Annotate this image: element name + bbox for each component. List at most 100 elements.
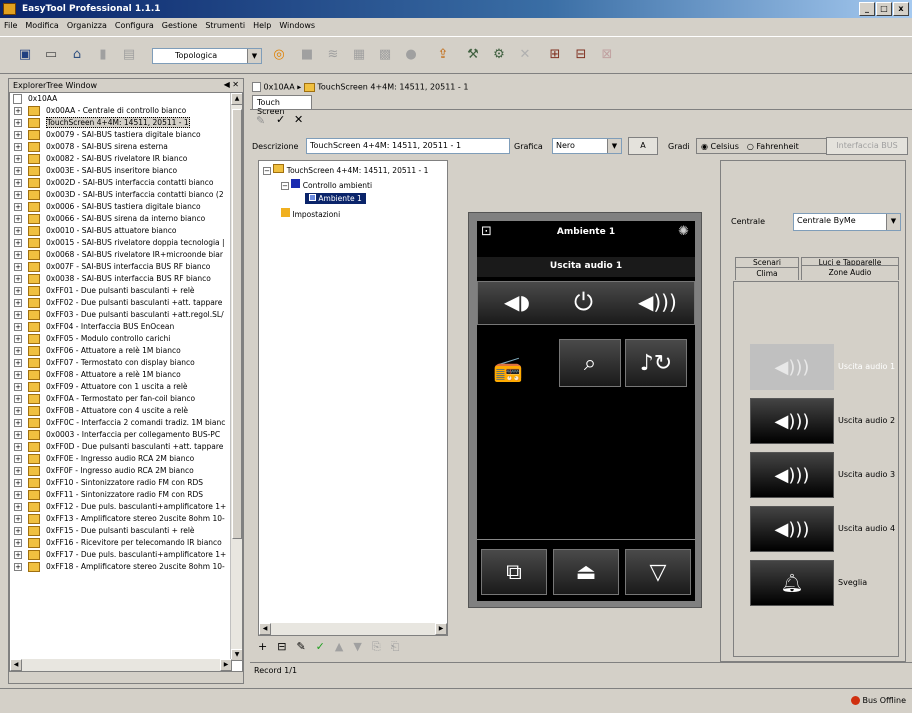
expand-icon[interactable]: + (14, 347, 22, 355)
expand-icon[interactable]: + (14, 191, 22, 199)
scroll-up-icon[interactable]: ▲ (231, 93, 242, 105)
expand-icon[interactable]: + (14, 527, 22, 535)
explorer-item[interactable]: +0xFF04 - Interfaccia BUS EnOcean (10, 321, 242, 333)
network-config-icon[interactable]: ⊟ (570, 43, 592, 65)
tree2-hscrollbar[interactable]: ◀ ▶ (259, 623, 447, 635)
audio-output-3-button[interactable]: ◀))) (750, 452, 834, 498)
expand-icon[interactable]: + (14, 143, 22, 151)
menu-configura[interactable]: Configura (115, 21, 154, 36)
edit-icon[interactable]: ✎ (296, 640, 305, 654)
expand-icon[interactable]: + (14, 215, 22, 223)
expand-icon[interactable]: + (14, 239, 22, 247)
page-down-icon[interactable]: ▽ (625, 549, 691, 595)
explorer-item[interactable]: +0xFF07 - Termostato con display bianco (10, 357, 242, 369)
explorer-item[interactable]: +0x003E - SAI-BUS inseritore bianco (10, 165, 242, 177)
explorer-item[interactable]: +0xFF10 - Sintonizzatore radio FM con RD… (10, 477, 242, 489)
tab-scenari[interactable]: Scenari (735, 257, 799, 267)
expand-icon[interactable]: + (14, 167, 22, 175)
explorer-item[interactable]: +0x007F - SAI-BUS interfaccia BUS RF bia… (10, 261, 242, 273)
tree2-controllo[interactable]: − Controllo ambienti (281, 179, 372, 190)
save-icon[interactable]: ▤ (118, 43, 140, 65)
explorer-item[interactable]: +0xFF09 - Attuatore con 1 uscita a relè (10, 381, 242, 393)
expand-icon[interactable]: + (14, 503, 22, 511)
explorer-item[interactable]: +0x0078 - SAI-BUS sirena esterna (10, 141, 242, 153)
expand-icon[interactable]: + (14, 287, 22, 295)
scroll-left-icon[interactable]: ◀ (10, 659, 22, 671)
expand-icon[interactable]: + (14, 275, 22, 283)
cancel-icon[interactable]: ✕ (294, 113, 303, 126)
copy-icon[interactable]: ⎘ (372, 640, 381, 654)
delete-icon[interactable]: ▮ (92, 43, 114, 65)
open-project-icon[interactable]: ▣ (14, 43, 36, 65)
disconnect-icon[interactable]: ✕ (514, 43, 536, 65)
menu-file[interactable]: File (4, 21, 17, 36)
menu-help[interactable]: Help (253, 21, 271, 36)
confirm-icon[interactable]: ✓ (316, 640, 325, 654)
close-panel-icon[interactable]: ◀ ✕ (224, 80, 239, 89)
explorer-item[interactable]: +0x0082 - SAI-BUS rivelatore IR bianco (10, 153, 242, 165)
explorer-item[interactable]: +0xFF15 - Due pulsanti basculanti + relè (10, 525, 242, 537)
expand-icon[interactable]: + (14, 563, 22, 571)
scroll-left-icon[interactable]: ◀ (259, 623, 271, 635)
menu-gestione[interactable]: Gestione (162, 21, 198, 36)
confirm-icon[interactable]: ✓ (276, 113, 285, 126)
explorer-item[interactable]: +0xFF0B - Attuatore con 4 uscite a relè (10, 405, 242, 417)
explorer-item[interactable]: +0x0015 - SAI-BUS rivelatore doppia tecn… (10, 237, 242, 249)
tab-clima[interactable]: Clima (735, 267, 799, 280)
menu-windows[interactable]: Windows (279, 21, 315, 36)
menu-modifica[interactable]: Modifica (25, 21, 58, 36)
explorer-item[interactable]: +0x0066 - SAI-BUS sirena da interno bian… (10, 213, 242, 225)
font-button[interactable]: A (628, 137, 658, 155)
paste-icon[interactable]: ⎗ (391, 640, 400, 654)
expand-icon[interactable]: + (14, 203, 22, 211)
radio-icon[interactable]: 📻 (493, 355, 523, 383)
audio-output-1-button[interactable]: ◀))) (750, 344, 834, 390)
breadcrumb-root[interactable]: 0x10AA (264, 83, 295, 92)
explorer-hscrollbar[interactable]: ◀ ▶ (10, 659, 232, 671)
menu-strumenti[interactable]: Strumenti (205, 21, 245, 36)
page-up-icon[interactable]: ⏏ (553, 549, 619, 595)
explorer-item[interactable]: +0xFF01 - Due pulsanti basculanti + relè (10, 285, 242, 297)
scroll-right-icon[interactable]: ▶ (220, 659, 232, 671)
expand-icon[interactable]: + (14, 395, 22, 403)
expand-icon[interactable]: + (14, 443, 22, 451)
explorer-item[interactable]: +0xFF0C - Interfaccia 2 comandi tradiz. … (10, 417, 242, 429)
expand-icon[interactable]: + (14, 479, 22, 487)
network-off-icon[interactable]: ⊠ (596, 43, 618, 65)
centrale-select[interactable]: Centrale ByMe ▼ (793, 213, 901, 231)
scroll-right-icon[interactable]: ▶ (435, 623, 447, 635)
expand-icon[interactable]: + (14, 323, 22, 331)
search-source-icon[interactable]: ⌕ (559, 339, 621, 387)
expand-icon[interactable]: + (14, 251, 22, 259)
scroll-down-icon[interactable]: ▼ (231, 649, 242, 661)
music-repeat-icon[interactable]: ♪↻ (625, 339, 687, 387)
expand-icon[interactable]: + (14, 383, 22, 391)
power-icon[interactable]: ⏻ (574, 288, 593, 316)
target-icon[interactable]: ◎ (268, 43, 290, 65)
breadcrumb-device[interactable]: TouchScreen 4+4M: 14511, 20511 - 1 (317, 83, 468, 92)
expand-icon[interactable]: + (14, 515, 22, 523)
explorer-item[interactable]: +0x00AA - Centrale di controllo bianco (10, 105, 242, 117)
device-icon[interactable]: ■ (296, 43, 318, 65)
move-down-icon[interactable]: ▼ (353, 640, 361, 654)
explorer-item[interactable]: +0xFF12 - Due puls. basculanti+amplifica… (10, 501, 242, 513)
new-document-icon[interactable]: ▭ (40, 43, 62, 65)
audio-output-2-button[interactable]: ◀))) (750, 398, 834, 444)
tree2-ambiente[interactable]: Ambiente 1 (305, 193, 366, 204)
descr-input[interactable]: TouchScreen 4+4M: 14511, 20511 - 1 (306, 138, 510, 154)
volume-down-icon[interactable]: ◀◗ (504, 290, 530, 314)
explorer-item[interactable]: +0xFF08 - Attuatore a relè 1M bianco (10, 369, 242, 381)
circle-icon[interactable]: ● (400, 43, 422, 65)
explorer-scrollbar[interactable]: ▲ ▼ (230, 93, 242, 661)
explorer-item[interactable]: +0x0006 - SAI-BUS tastiera digitale bian… (10, 201, 242, 213)
expand-icon[interactable]: + (14, 311, 22, 319)
open-folder-icon[interactable]: ⌂ (66, 43, 88, 65)
explorer-item[interactable]: +0xFF06 - Attuatore a relè 1M bianco (10, 345, 242, 357)
tree2-root[interactable]: − TouchScreen 4+4M: 14511, 20511 - 1 (263, 164, 428, 175)
explorer-item[interactable]: +0x0010 - SAI-BUS attuatore bianco (10, 225, 242, 237)
close-button[interactable]: x (893, 2, 909, 16)
expand-icon[interactable]: + (14, 539, 22, 547)
expand-icon[interactable]: + (14, 263, 22, 271)
grafica-select[interactable]: Nero ▼ (552, 138, 622, 154)
explorer-item[interactable]: +0x003D - SAI-BUS interfaccia contatti b… (10, 189, 242, 201)
